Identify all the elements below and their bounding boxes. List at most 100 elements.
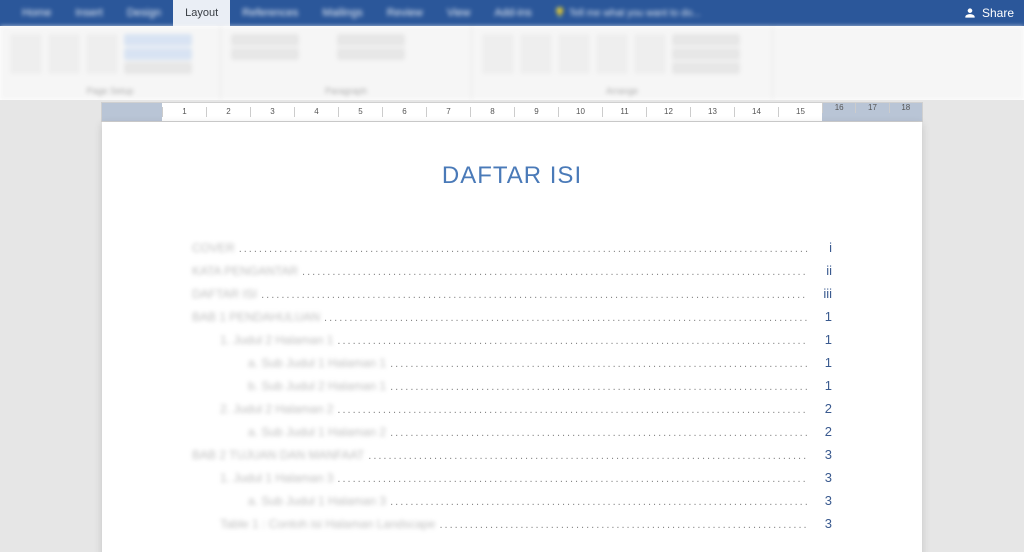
toc-row[interactable]: KATA PENGANTAR..........................… xyxy=(192,263,832,279)
ruler-mark: 11 xyxy=(602,107,646,117)
toc-leader: ........................................… xyxy=(390,427,808,439)
spacing-after-input[interactable] xyxy=(337,48,405,60)
ruler-left-margin xyxy=(102,103,162,121)
toc-entry-label: a. Sub Judul 1 Halaman 3 xyxy=(248,494,386,508)
toc-row[interactable]: 1. Judul 2 Halaman 1....................… xyxy=(192,332,832,348)
toc-row[interactable]: 1. Judul 1 Halaman 3....................… xyxy=(192,470,832,486)
group-label-paragraph: Paragraph xyxy=(231,86,461,96)
align-button[interactable] xyxy=(672,34,740,46)
group-label-page-setup: Page Setup xyxy=(10,86,210,96)
ruler-mark: 4 xyxy=(294,107,338,117)
toc-row[interactable]: a. Sub Judul 1 Halaman 2................… xyxy=(192,424,832,440)
size-button[interactable] xyxy=(86,34,118,74)
toc-page-number: 3 xyxy=(808,493,832,508)
ruler-mark: 18 xyxy=(889,103,922,113)
bring-forward-button[interactable] xyxy=(558,34,590,74)
line-numbers-button[interactable] xyxy=(124,48,192,60)
toc-leader: ........................................… xyxy=(390,358,808,370)
toc-page-number: 2 xyxy=(808,424,832,439)
toc-page-number: 1 xyxy=(808,332,832,347)
toc-row[interactable]: BAB 2 TUJUAN DAN MANFAAT................… xyxy=(192,447,832,463)
orientation-button[interactable] xyxy=(48,34,80,74)
share-button[interactable]: Share xyxy=(963,0,1014,26)
tell-me-label: Tell me what you want to do... xyxy=(569,8,701,19)
share-icon xyxy=(963,6,977,20)
toc-page-number: 1 xyxy=(808,309,832,324)
tab-references[interactable]: References xyxy=(230,0,310,26)
toc-entry-label: BAB 2 TUJUAN DAN MANFAAT xyxy=(192,448,364,462)
toc-entry-label: a. Sub Judul 1 Halaman 1 xyxy=(248,356,386,370)
group-button[interactable] xyxy=(672,48,740,60)
toc-row[interactable]: COVER...................................… xyxy=(192,240,832,256)
indent-right-input[interactable] xyxy=(231,48,299,60)
toc-row[interactable]: a. Sub Judul 1 Halaman 3................… xyxy=(192,493,832,509)
toc-entry-label: b. Sub Judul 2 Halaman 1 xyxy=(248,379,386,393)
toc-leader: ........................................… xyxy=(261,289,808,301)
toc-entry-label: COVER xyxy=(192,241,235,255)
ruler-mark: 13 xyxy=(690,107,734,117)
ribbon-body: Page Setup Paragraph xyxy=(0,26,1024,100)
tab-design[interactable]: Design xyxy=(115,0,173,26)
ruler-mark: 17 xyxy=(855,103,888,113)
horizontal-ruler[interactable]: 1 2 3 4 5 6 7 8 9 10 11 12 13 14 15 16 1… xyxy=(101,102,923,122)
hyphenation-button[interactable] xyxy=(124,62,192,74)
position-button[interactable] xyxy=(482,34,514,74)
breaks-button[interactable] xyxy=(124,34,192,46)
toc-page-number: 1 xyxy=(808,355,832,370)
toc-entry-label: a. Sub Judul 1 Halaman 2 xyxy=(248,425,386,439)
send-backward-button[interactable] xyxy=(596,34,628,74)
ribbon-tabs: Home Insert Design Layout References Mai… xyxy=(0,0,1024,26)
toc-row[interactable]: DAFTAR ISI..............................… xyxy=(192,286,832,302)
indent-left-input[interactable] xyxy=(231,34,299,46)
tab-insert[interactable]: Insert xyxy=(63,0,115,26)
toc-leader: ........................................… xyxy=(337,335,808,347)
toc-page-number: i xyxy=(808,240,832,255)
group-arrange: Arrange xyxy=(472,26,773,100)
selection-pane-button[interactable] xyxy=(634,34,666,74)
document-page[interactable]: DAFTAR ISI COVER........................… xyxy=(102,122,922,552)
ruler-mark: 1 xyxy=(162,107,206,117)
toc-leader: ........................................… xyxy=(302,266,808,278)
ruler-mark: 3 xyxy=(250,107,294,117)
tab-addins[interactable]: Add-ins xyxy=(483,0,544,26)
toc-page-number: 3 xyxy=(808,516,832,531)
tab-review[interactable]: Review xyxy=(375,0,435,26)
toc-row[interactable]: 2. Judul 2 Halaman 2....................… xyxy=(192,401,832,417)
toc-leader: ........................................… xyxy=(239,243,808,255)
spacing-before-input[interactable] xyxy=(337,34,405,46)
toc-leader: ........................................… xyxy=(337,404,808,416)
tab-home[interactable]: Home xyxy=(10,0,63,26)
ruler-mark: 9 xyxy=(514,107,558,117)
toc-page-number: 1 xyxy=(808,378,832,393)
group-label-arrange: Arrange xyxy=(482,86,762,96)
ruler-mark: 7 xyxy=(426,107,470,117)
toc-leader: ........................................… xyxy=(337,473,808,485)
margins-button[interactable] xyxy=(10,34,42,74)
toc-page-number: 3 xyxy=(808,470,832,485)
share-label: Share xyxy=(982,6,1014,20)
ruler-right-margin: 16 17 18 xyxy=(822,103,922,121)
table-of-contents: COVER...................................… xyxy=(192,240,832,532)
tab-layout[interactable]: Layout xyxy=(173,0,230,26)
toc-row[interactable]: b. Sub Judul 2 Halaman 1................… xyxy=(192,378,832,394)
toc-entry-label: 2. Judul 2 Halaman 2 xyxy=(220,402,333,416)
toc-row[interactable]: a. Sub Judul 1 Halaman 1................… xyxy=(192,355,832,371)
ruler-mark: 6 xyxy=(382,107,426,117)
group-paragraph: Paragraph xyxy=(221,26,472,100)
toc-row[interactable]: Table 1 : Contoh isi Halaman Landscape..… xyxy=(192,516,832,532)
ruler-mark: 15 xyxy=(778,107,822,117)
wrap-text-button[interactable] xyxy=(520,34,552,74)
toc-row[interactable]: BAB 1 PENDAHULUAN.......................… xyxy=(192,309,832,325)
tell-me-search[interactable]: 💡 Tell me what you want to do... xyxy=(554,8,701,19)
page-title: DAFTAR ISI xyxy=(192,162,832,190)
rotate-button[interactable] xyxy=(672,62,740,74)
ruler-mark: 5 xyxy=(338,107,382,117)
ruler-mark: 8 xyxy=(470,107,514,117)
toc-leader: ........................................… xyxy=(390,496,808,508)
tab-view[interactable]: View xyxy=(435,0,483,26)
ribbon: Home Insert Design Layout References Mai… xyxy=(0,0,1024,101)
ruler-mark: 16 xyxy=(822,103,855,113)
workspace: 1 2 3 4 5 6 7 8 9 10 11 12 13 14 15 16 1… xyxy=(0,100,1024,552)
toc-leader: ........................................… xyxy=(390,381,808,393)
tab-mailings[interactable]: Mailings xyxy=(310,0,374,26)
